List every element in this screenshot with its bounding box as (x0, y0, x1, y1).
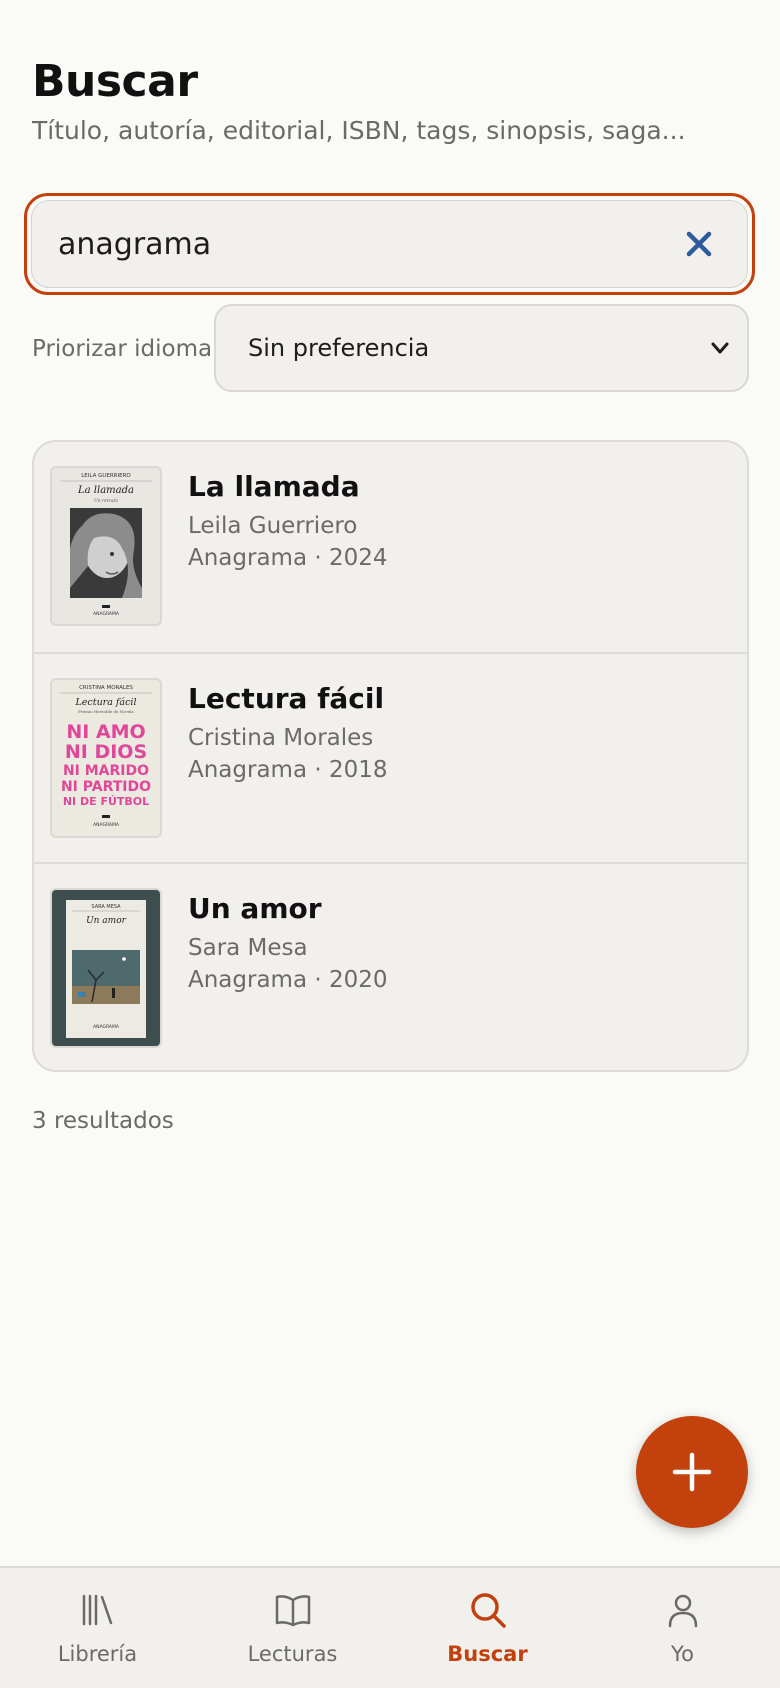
cover-line: NI DIOS (65, 741, 147, 763)
book-cover: LEILA GUERRIERO La llamada Un retrato AN… (50, 466, 162, 626)
result-author: Cristina Morales (188, 725, 374, 751)
language-select[interactable]: Sin preferencia (214, 304, 749, 392)
result-author: Sara Mesa (188, 935, 308, 961)
results-list: LEILA GUERRIERO La llamada Un retrato AN… (32, 440, 749, 1072)
cover-author: SARA MESA (91, 904, 121, 910)
cover-publisher: ANAGRAMA (93, 611, 120, 617)
cover-publisher: ANAGRAMA (93, 822, 120, 828)
result-text: Un amor Sara Mesa Anagrama · 2020 (188, 892, 388, 993)
search-icon (470, 1593, 506, 1628)
cover-subtitle: Premio Herralde de Novela (78, 709, 134, 714)
nav-label: Librería (57, 1642, 138, 1666)
library-icon (82, 1594, 112, 1626)
cover-author: LEILA GUERRIERO (81, 473, 131, 479)
nav-label: Buscar (447, 1642, 528, 1666)
result-author: Leila Guerriero (188, 513, 358, 539)
nav-item-yo[interactable]: Yo (585, 1568, 780, 1688)
cover-line: NI PARTIDO (61, 779, 151, 795)
search-box (24, 193, 755, 295)
result-meta: Anagrama · 2020 (188, 967, 388, 993)
cover-title: Lectura fácil (75, 697, 137, 708)
result-text: La llamada Leila Guerriero Anagrama · 20… (188, 470, 388, 571)
result-title: Lectura fácil (188, 682, 385, 715)
cover-line: NI DE FÚTBOL (63, 795, 149, 808)
result-meta: Anagrama · 2024 (188, 545, 388, 571)
user-icon (668, 1594, 697, 1628)
search-input[interactable] (58, 226, 658, 262)
nav-item-lecturas[interactable]: Lecturas (195, 1568, 390, 1688)
nav-item-buscar[interactable]: Buscar (390, 1568, 585, 1688)
nav-label: Yo (671, 1642, 694, 1666)
cover-line: NI AMO (66, 721, 145, 743)
nav-item-libreria[interactable]: Librería (0, 1568, 195, 1688)
clear-search-button[interactable] (679, 224, 719, 264)
result-item[interactable]: CRISTINA MORALES Lectura fácil Premio He… (34, 652, 747, 862)
plus-icon (672, 1452, 712, 1492)
chevron-down-icon (711, 342, 729, 354)
result-title: La llamada (188, 470, 360, 503)
result-text: Lectura fácil Cristina Morales Anagrama … (188, 682, 388, 783)
search-field (31, 200, 748, 288)
result-item[interactable]: LEILA GUERRIERO La llamada Un retrato AN… (34, 442, 747, 652)
page-title: Buscar (32, 56, 198, 107)
book-cover: SARA MESA Un amor ANAGRAMA (50, 888, 162, 1048)
result-meta: Anagrama · 2018 (188, 757, 388, 783)
cover-subtitle: Un retrato (94, 498, 118, 504)
language-select-value: Sin preferencia (248, 334, 430, 362)
result-title: Un amor (188, 892, 322, 925)
bottom-nav: Librería Lecturas Buscar Yo (0, 1566, 780, 1688)
cover-publisher: ANAGRAMA (93, 1024, 120, 1030)
add-book-button[interactable] (636, 1416, 748, 1528)
cover-title: La llamada (77, 485, 134, 496)
cover-author: CRISTINA MORALES (79, 685, 133, 691)
result-item[interactable]: SARA MESA Un amor ANAGRAMA Un amor Sara … (34, 862, 747, 1070)
nav-label: Lecturas (247, 1642, 338, 1666)
results-count: 3 resultados (32, 1108, 174, 1134)
close-icon (686, 231, 712, 257)
cover-line: NI MARIDO (63, 763, 149, 779)
page-subtitle: Título, autoría, editorial, ISBN, tags, … (32, 116, 686, 145)
book-cover: CRISTINA MORALES Lectura fácil Premio He… (50, 678, 162, 838)
cover-title: Un amor (86, 916, 127, 926)
book-open-icon (275, 1595, 310, 1627)
language-label: Priorizar idioma (32, 336, 213, 362)
